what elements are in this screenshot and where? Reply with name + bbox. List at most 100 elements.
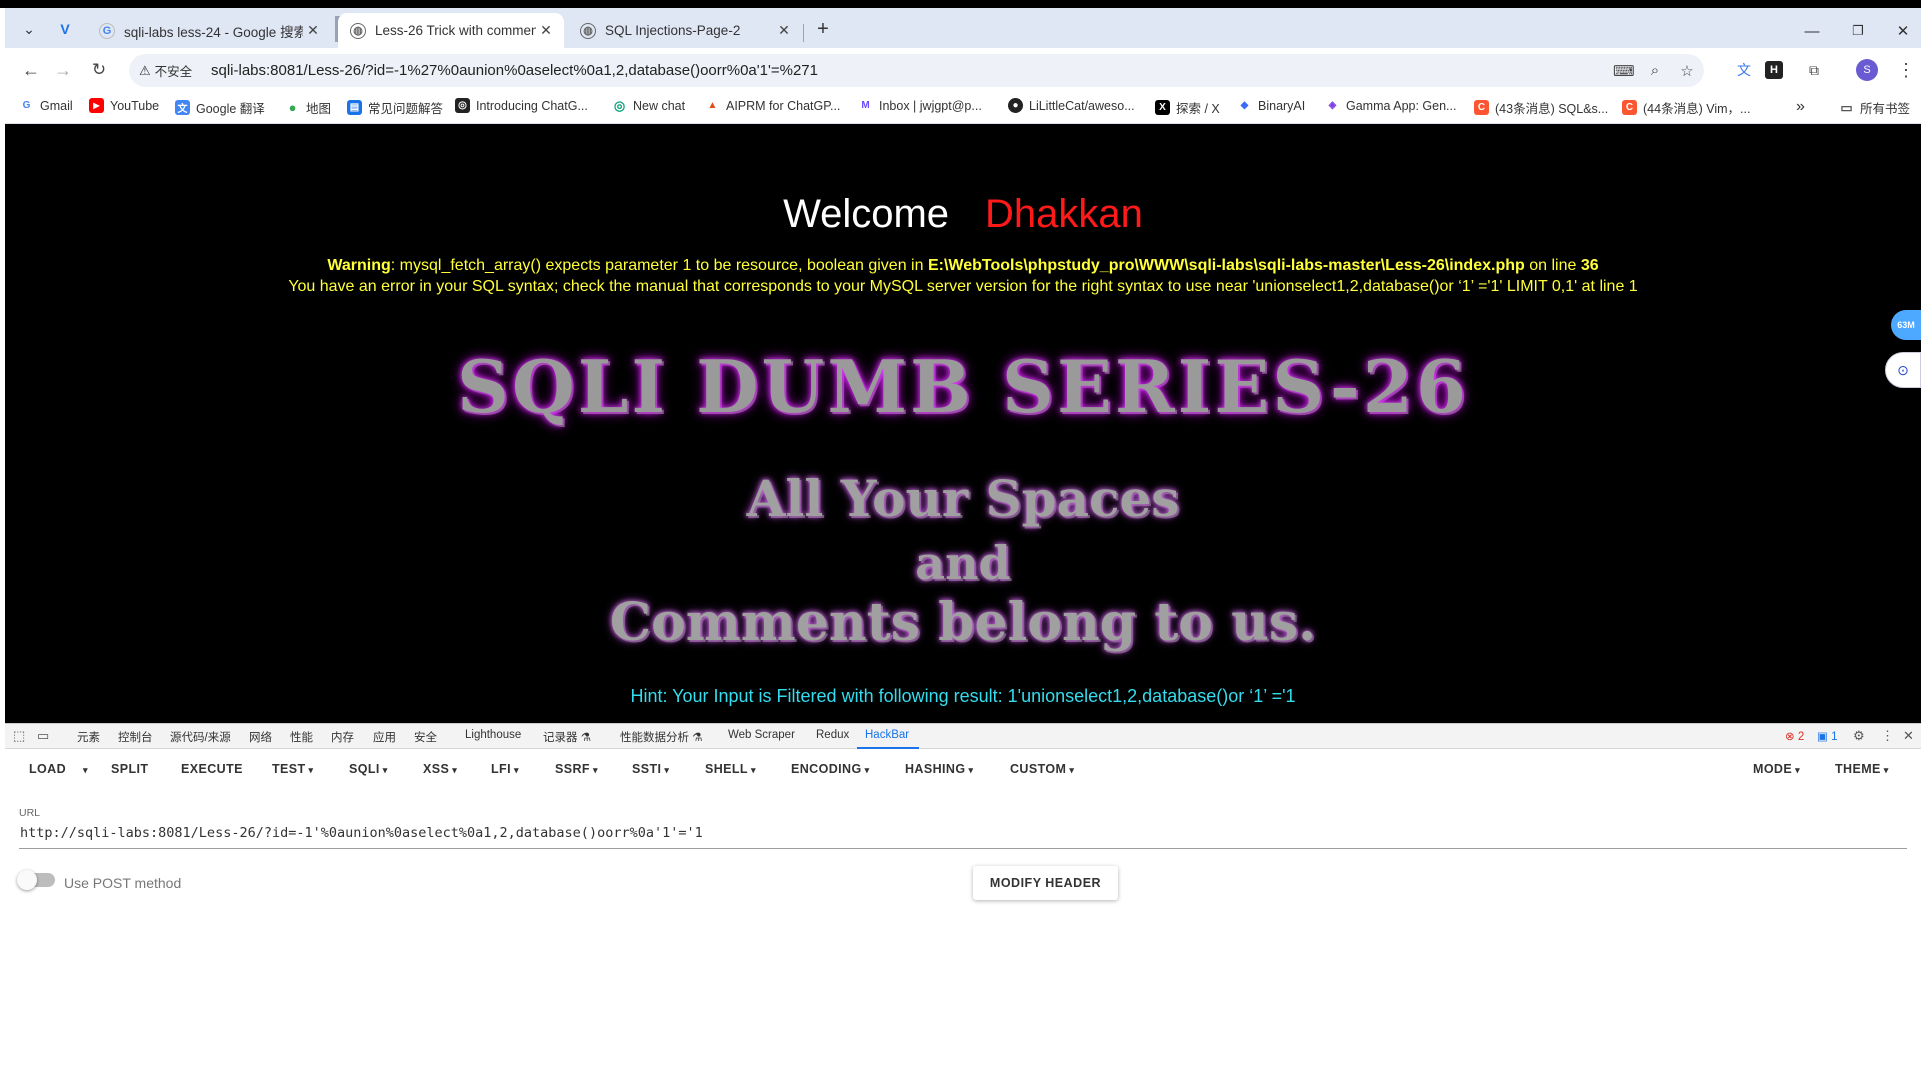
close-tab-icon[interactable]: ✕	[303, 22, 323, 39]
devtools-tab-elements[interactable]: 元素	[77, 729, 100, 745]
menu-label: ENCODING	[791, 762, 862, 776]
banner-line-3: Comments belong to us.	[609, 592, 1317, 653]
back-icon[interactable]: ←	[17, 57, 45, 83]
message-count[interactable]: ▣ 1	[1817, 729, 1837, 743]
gamma-icon: ◈	[1328, 100, 1337, 111]
ssti-menu[interactable]: SSTI ▾	[632, 762, 669, 776]
lfi-menu[interactable]: LFI ▾	[491, 762, 519, 776]
bookmark-binaryai[interactable]: ◆ BinaryAI	[1237, 98, 1306, 113]
security-chip[interactable]: ⚠ 不安全	[139, 61, 192, 80]
extensions-puzzle-icon[interactable]: ⧉	[1802, 58, 1826, 82]
openai-icon: ◎	[455, 98, 470, 113]
bookmark-github[interactable]: ● LiLittleCat/aweso...	[1008, 98, 1135, 113]
devtools-tab-lighthouse[interactable]: Lighthouse	[465, 729, 521, 741]
menu-kebab-icon[interactable]: ⋮	[1894, 58, 1918, 82]
bookmark-aiprm[interactable]: ▲ AIPRM for ChatGP...	[705, 98, 841, 113]
devtools-tab-console[interactable]: 控制台	[118, 729, 153, 745]
split-button[interactable]: SPLIT	[111, 762, 148, 776]
devtools-tab-performance[interactable]: 性能	[290, 729, 313, 745]
new-tab-button[interactable]: +	[809, 16, 837, 42]
error-count[interactable]: ⊗ 2	[1785, 729, 1804, 743]
inspect-element-icon[interactable]: ⬚	[13, 728, 25, 744]
address-bar[interactable]: ⚠ 不安全 sqli-labs:8081/Less-26/?id=-1%27%0…	[129, 54, 1704, 87]
devtools-tab-recorder[interactable]: 记录器 ⚗	[543, 729, 591, 745]
devtools-tab-performance-insights[interactable]: 性能数据分析 ⚗	[620, 729, 703, 745]
devtools-menu-icon[interactable]: ⋮	[1881, 728, 1894, 744]
bookmark-gmail[interactable]: G Gmail	[19, 98, 73, 113]
caret-down-icon: ▾	[452, 765, 458, 775]
tab-search-icon[interactable]: ⌄	[15, 16, 43, 42]
devtools-tab-memory[interactable]: 内存	[331, 729, 354, 745]
assistant-float-icon[interactable]: ⊙	[1885, 352, 1921, 388]
vpn-extension-icon[interactable]: V	[51, 16, 79, 42]
restore-icon[interactable]: ❐	[1836, 16, 1880, 46]
mode-menu[interactable]: MODE ▾	[1753, 762, 1800, 776]
caret-down-icon: ▾	[382, 765, 388, 775]
devtools-tab-network[interactable]: 网络	[249, 729, 272, 745]
welcome-heading: Welcome Dhakkan	[5, 192, 1921, 237]
sqli-menu[interactable]: SQLI ▾	[349, 762, 388, 776]
bookmark-gamma[interactable]: ◈ Gamma App: Gen...	[1325, 98, 1457, 113]
memory-badge[interactable]: 63M	[1891, 310, 1921, 340]
custom-menu[interactable]: CUSTOM ▾	[1010, 762, 1074, 776]
close-devtools-icon[interactable]: ✕	[1903, 728, 1914, 744]
modify-header-button[interactable]: MODIFY HEADER	[973, 866, 1118, 900]
address-input[interactable]: sqli-labs:8081/Less-26/?id=-1%27%0aunion…	[211, 62, 818, 79]
xss-menu[interactable]: XSS ▾	[423, 762, 457, 776]
csdn-icon: C	[1622, 100, 1637, 115]
tab-less-26[interactable]: ◍ Less-26 Trick with comments ✕	[338, 13, 564, 48]
devtools-tab-redux[interactable]: Redux	[816, 729, 849, 741]
profile-avatar-icon[interactable]: S	[1856, 59, 1878, 81]
close-window-icon[interactable]: ✕	[1881, 16, 1921, 46]
bookmark-csdn-sql[interactable]: C (43条消息) SQL&s...	[1474, 98, 1608, 117]
all-bookmarks-label: 所有书签	[1860, 102, 1911, 116]
bookmark-introducing-chatgpt[interactable]: ◎ Introducing ChatG...	[455, 98, 588, 113]
shell-menu[interactable]: SHELL ▾	[705, 762, 756, 776]
post-method-toggle[interactable]	[17, 870, 55, 890]
bookmarks-overflow-button[interactable]: »	[1796, 98, 1805, 116]
load-button[interactable]: LOAD	[29, 762, 66, 776]
device-toolbar-icon[interactable]: ▭	[37, 728, 49, 744]
translate-extension-icon[interactable]: 文	[1732, 58, 1756, 82]
hashing-menu[interactable]: HASHING ▾	[905, 762, 973, 776]
ssrf-menu[interactable]: SSRF ▾	[555, 762, 598, 776]
tab-sql-injections[interactable]: ◍ SQL Injections-Page-2 ✕	[568, 13, 802, 48]
bookmark-maps[interactable]: ● 地图	[285, 98, 331, 117]
execute-button[interactable]: EXECUTE	[181, 762, 243, 776]
devtools-tab-sources[interactable]: 源代码/来源	[170, 729, 231, 745]
devtools-tab-application[interactable]: 应用	[373, 729, 396, 745]
devtools-tab-web-scraper[interactable]: Web Scraper	[728, 729, 795, 741]
devtools-tab-security[interactable]: 安全	[414, 729, 437, 745]
hackbar-extension-icon[interactable]: H	[1765, 61, 1783, 79]
zoom-icon[interactable]: ⌕	[1645, 62, 1665, 80]
theme-menu[interactable]: THEME ▾	[1835, 762, 1889, 776]
bookmark-new-chat[interactable]: ◎ New chat	[612, 98, 685, 113]
bookmark-label: Inbox | jwjgpt@p...	[879, 98, 982, 113]
test-menu[interactable]: TEST ▾	[272, 762, 313, 776]
bookmark-inbox[interactable]: M Inbox | jwjgpt@p...	[858, 98, 982, 113]
bookmark-faq[interactable]: ▤ 常见问题解答	[347, 98, 443, 117]
error-icon: ⊗	[1785, 731, 1795, 743]
translate-icon[interactable]: ⌨	[1613, 62, 1635, 80]
settings-gear-icon[interactable]: ⚙	[1853, 728, 1865, 744]
forward-icon[interactable]: →	[49, 57, 77, 83]
encoding-menu[interactable]: ENCODING ▾	[791, 762, 870, 776]
minimize-icon[interactable]: —	[1790, 16, 1834, 46]
tab-google-search[interactable]: G sqli-labs less-24 - Google 搜索 ✕	[87, 13, 331, 48]
bookmark-csdn-vim[interactable]: C (44条消息) Vim，...	[1622, 98, 1750, 117]
bookmark-x[interactable]: X 探索 / X	[1155, 98, 1220, 117]
close-tab-icon[interactable]: ✕	[536, 22, 556, 39]
url-input[interactable]: http://sqli-labs:8081/Less-26/?id=-1'%0a…	[19, 825, 1907, 849]
bookmark-google-translate[interactable]: 文 Google 翻译	[175, 98, 265, 117]
all-bookmarks-button[interactable]: ▭ 所有书签	[1839, 98, 1910, 117]
menu-label: TEST	[272, 762, 306, 776]
reload-icon[interactable]: ↻	[85, 57, 113, 83]
load-dropdown-icon[interactable]: ▾	[83, 765, 88, 776]
close-tab-icon[interactable]: ✕	[774, 22, 794, 39]
warning-on-line: on line	[1524, 257, 1581, 274]
devtools-tab-hackbar[interactable]: HackBar	[865, 729, 909, 741]
bookmark-label: (43条消息) SQL&s...	[1495, 102, 1609, 116]
bookmark-youtube[interactable]: ▶ YouTube	[89, 98, 159, 113]
post-method-label: Use POST method	[64, 875, 182, 891]
bookmark-star-icon[interactable]: ☆	[1677, 62, 1697, 80]
